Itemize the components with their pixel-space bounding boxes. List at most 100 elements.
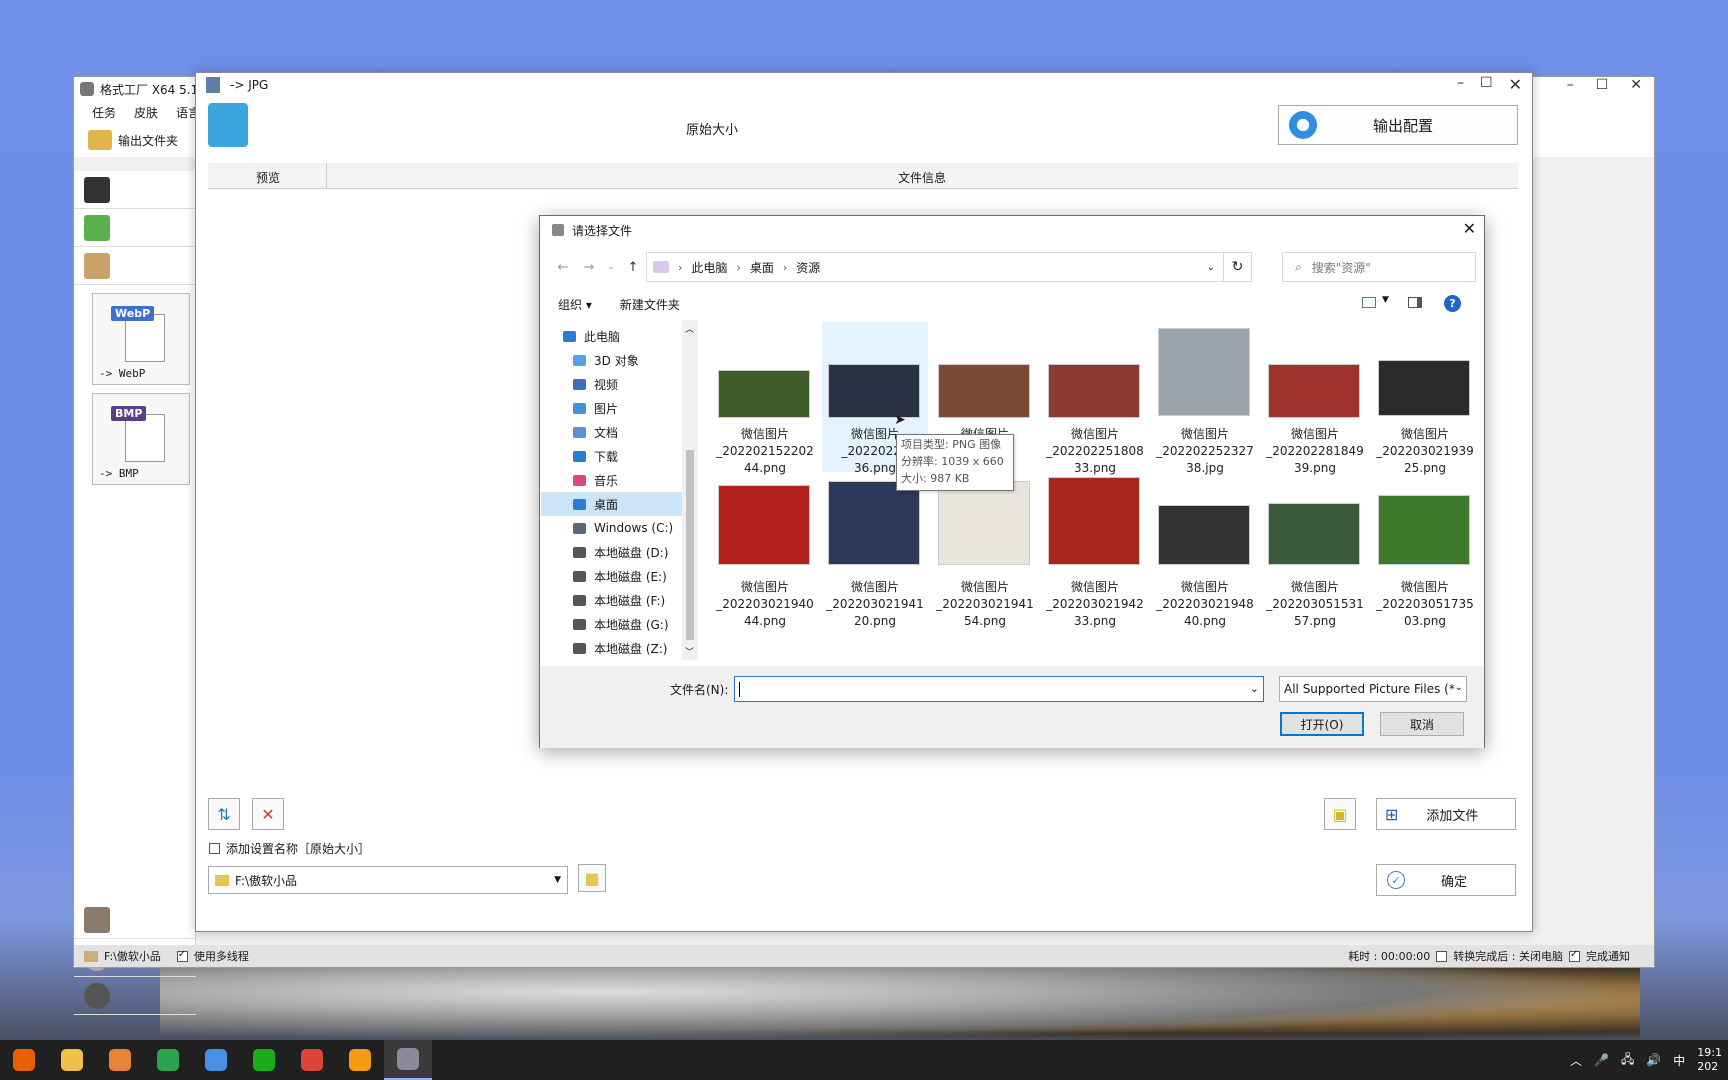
taskbar-app-app5[interactable] bbox=[192, 1040, 240, 1080]
category-video[interactable] bbox=[74, 171, 195, 209]
address-bar[interactable]: › 此电脑 › 桌面 › 资源 ⌄ bbox=[646, 252, 1224, 282]
notify-checkbox[interactable] bbox=[1569, 949, 1580, 962]
preset-label[interactable]: 原始大小 bbox=[686, 119, 738, 138]
tree-item[interactable]: 视频 bbox=[541, 372, 682, 396]
tree-item[interactable]: 本地磁盘 (F:) bbox=[541, 588, 682, 612]
clock[interactable]: 19:1 202 bbox=[1697, 1046, 1722, 1074]
output-folder-button[interactable]: 输出文件夹 bbox=[118, 132, 178, 149]
ok-button[interactable]: ✓ 确定 bbox=[1376, 864, 1516, 896]
category-audio[interactable] bbox=[74, 209, 195, 247]
file-item[interactable]: 微信图片 _202203021948 40.png bbox=[1152, 475, 1258, 628]
tree-item[interactable]: Windows (C:) bbox=[541, 516, 682, 540]
tree-item[interactable]: 本地磁盘 (E:) bbox=[541, 564, 682, 588]
file-item[interactable]: 微信图片 _202203021939 25.png bbox=[1372, 322, 1478, 475]
tree-item[interactable]: 本地磁盘 (Z:) bbox=[541, 636, 682, 660]
status-folder[interactable]: F:\傲软小品 bbox=[104, 948, 161, 964]
format-webp-button[interactable]: WebP -> WebP bbox=[92, 293, 190, 385]
taskbar-app-app3[interactable] bbox=[96, 1040, 144, 1080]
taskbar-app-chrome[interactable] bbox=[144, 1040, 192, 1080]
scrollbar-thumb[interactable] bbox=[686, 450, 694, 640]
after-convert-checkbox[interactable] bbox=[1436, 950, 1448, 962]
view-options-icon[interactable] bbox=[1362, 297, 1376, 308]
category-tools[interactable] bbox=[74, 977, 196, 1015]
delete-button[interactable]: ✕ bbox=[252, 798, 284, 830]
column-divider bbox=[326, 163, 327, 189]
ime-indicator[interactable]: 中 bbox=[1673, 1052, 1685, 1069]
file-item[interactable]: 微信图片 _202203051735 03.png bbox=[1372, 475, 1478, 628]
taskbar-app-explorer[interactable] bbox=[48, 1040, 96, 1080]
taskbar-app-sublime[interactable] bbox=[336, 1040, 384, 1080]
tree-item[interactable]: 图片 bbox=[541, 396, 682, 420]
close-icon[interactable]: ✕ bbox=[1630, 77, 1642, 93]
category-image[interactable] bbox=[74, 247, 195, 285]
output-config-button[interactable]: 输出配置 bbox=[1278, 105, 1518, 145]
chevron-down-icon[interactable]: ▼ bbox=[1382, 295, 1389, 305]
tree-scrollbar[interactable]: ︿ ﹀ bbox=[682, 320, 698, 660]
file-name: 微信图片 _202202281849 39.png bbox=[1262, 426, 1368, 477]
tree-item[interactable]: 桌面 bbox=[541, 492, 682, 516]
add-file-button[interactable]: ⊞ 添加文件 bbox=[1376, 798, 1516, 830]
taskbar-app-wechat[interactable] bbox=[240, 1040, 288, 1080]
taskbar-app-formatfactory[interactable] bbox=[384, 1040, 432, 1080]
file-item[interactable]: 微信图片 _202203021941 54.png bbox=[932, 475, 1038, 628]
search-input[interactable]: ⌕ 搜索"资源" bbox=[1282, 252, 1476, 282]
microphone-icon[interactable]: 🎤 bbox=[1594, 1053, 1609, 1067]
chevron-down-icon[interactable]: ⌄ bbox=[1207, 262, 1215, 273]
file-type-filter[interactable]: All Supported Picture Files (* ⌄ bbox=[1279, 676, 1467, 702]
file-item[interactable]: 微信图片 _202202252327 38.jpg bbox=[1152, 322, 1258, 475]
tree-item[interactable]: 下载 bbox=[541, 444, 682, 468]
file-item[interactable]: 微信图片 _202202251808 33.png bbox=[1042, 322, 1148, 475]
file-item[interactable]: 微信图片 _202202152202 44.png bbox=[712, 322, 818, 475]
output-path-select[interactable]: F:\傲软小品 ▼ bbox=[208, 866, 568, 894]
recent-chevron-icon[interactable]: ⌄ bbox=[602, 262, 620, 272]
breadcrumb-resources[interactable]: 资源 bbox=[796, 259, 820, 276]
add-folder-button[interactable]: ▣ bbox=[1324, 798, 1356, 830]
taskbar-app-firefox[interactable] bbox=[0, 1040, 48, 1080]
new-folder-button[interactable]: 新建文件夹 bbox=[620, 296, 680, 313]
scroll-up-icon[interactable]: ︿ bbox=[685, 322, 694, 335]
close-icon[interactable]: ✕ bbox=[1463, 219, 1476, 238]
tree-item[interactable]: 此电脑 bbox=[541, 324, 682, 348]
taskbar-app-chrome2[interactable] bbox=[288, 1040, 336, 1080]
minimize-icon[interactable]: – bbox=[1457, 75, 1464, 94]
maximize-icon[interactable]: ☐ bbox=[1480, 75, 1493, 94]
browse-folder-button[interactable]: ■ bbox=[578, 864, 606, 892]
cancel-button[interactable]: 取消 bbox=[1380, 712, 1464, 736]
network-icon[interactable]: 🖧 bbox=[1621, 1050, 1634, 1071]
chevron-down-icon[interactable]: ⌄ bbox=[1250, 682, 1259, 695]
tree-item[interactable]: 音乐 bbox=[541, 468, 682, 492]
preview-pane-icon[interactable] bbox=[1408, 297, 1422, 308]
refresh-button[interactable]: ↻ bbox=[1224, 252, 1252, 282]
organize-menu[interactable]: 组织 ▾ bbox=[558, 296, 592, 313]
help-icon[interactable]: ? bbox=[1444, 295, 1461, 312]
multithread-checkbox[interactable] bbox=[176, 949, 188, 962]
menu-task[interactable]: 任务 bbox=[92, 104, 116, 121]
tree-item[interactable]: 3D 对象 bbox=[541, 348, 682, 372]
scroll-down-icon[interactable]: ﹀ bbox=[685, 645, 694, 658]
back-arrow-icon[interactable]: ← bbox=[550, 260, 576, 275]
file-item[interactable]: 微信图片 _202203021940 44.png bbox=[712, 475, 818, 628]
maximize-icon[interactable]: ☐ bbox=[1596, 77, 1609, 93]
reorder-button[interactable]: ⇅ bbox=[208, 798, 240, 830]
file-item[interactable]: 微信图片 _202203021942 33.png bbox=[1042, 475, 1148, 628]
volume-icon[interactable]: 🔊 bbox=[1646, 1053, 1661, 1067]
add-setting-name-checkbox[interactable] bbox=[209, 843, 220, 854]
menu-skin[interactable]: 皮肤 bbox=[134, 104, 158, 121]
file-item[interactable]: 微信图片 _202202281849 39.png bbox=[1262, 322, 1368, 475]
breadcrumb-desktop[interactable]: 桌面 bbox=[750, 259, 774, 276]
tree-item[interactable]: 本地磁盘 (G:) bbox=[541, 612, 682, 636]
file-item[interactable]: 微信图片 _202203021941 20.png bbox=[822, 475, 928, 628]
open-button[interactable]: 打开(O) bbox=[1280, 712, 1364, 736]
minimize-icon[interactable]: – bbox=[1567, 77, 1574, 93]
tree-item[interactable]: 本地磁盘 (D:) bbox=[541, 540, 682, 564]
up-arrow-icon[interactable]: ↑ bbox=[620, 260, 646, 275]
breadcrumb-pc[interactable]: 此电脑 bbox=[691, 259, 727, 276]
category-document[interactable] bbox=[74, 901, 196, 939]
file-item[interactable]: 微信图片 _202203051531 57.png bbox=[1262, 475, 1368, 628]
filename-input[interactable]: ⌄ bbox=[734, 676, 1264, 702]
close-icon[interactable]: ✕ bbox=[1509, 75, 1522, 94]
tree-item[interactable]: 文档 bbox=[541, 420, 682, 444]
forward-arrow-icon[interactable]: → bbox=[576, 260, 602, 275]
chevron-up-icon[interactable]: ︿ bbox=[1570, 1052, 1582, 1069]
format-bmp-button[interactable]: BMP -> BMP bbox=[92, 393, 190, 485]
